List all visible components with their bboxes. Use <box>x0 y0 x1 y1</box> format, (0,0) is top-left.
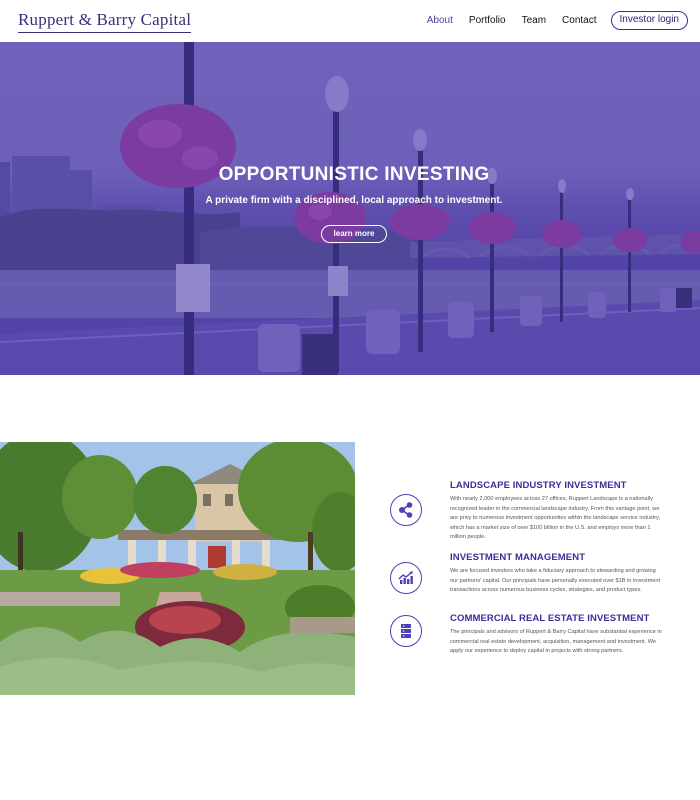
feature-title: LANDSCAPE INDUSTRY INVESTMENT <box>450 480 627 491</box>
feature-title: INVESTMENT MANAGEMENT <box>450 552 586 563</box>
feature-description: The principals and advisors of Ruppert &… <box>450 629 662 655</box>
feature-item: INVESTMENT MANAGEMENT We are focused inv… <box>388 552 678 620</box>
hero-subtitle: A private firm with a disciplined, local… <box>205 195 503 206</box>
feature-item: LANDSCAPE INDUSTRY INVESTMENT With nearl… <box>388 480 678 548</box>
site-logo[interactable]: Ruppert & Barry Capital <box>18 10 192 33</box>
feature-description: With nearly 2,000 employees across 27 of… <box>450 496 661 541</box>
building-stack-icon <box>390 615 422 647</box>
garden-photo <box>0 442 355 695</box>
nav-team-link[interactable]: Team <box>522 12 546 30</box>
nav-about-link[interactable]: About <box>427 12 453 30</box>
feature-title: COMMERCIAL REAL ESTATE INVESTMENT <box>450 613 650 624</box>
site-header: Ruppert & Barry Capital About Portfolio … <box>0 0 700 42</box>
nav-contact-link[interactable]: Contact <box>562 12 596 30</box>
share-network-icon <box>390 494 422 526</box>
hero-title: OPPORTUNISTIC INVESTING <box>218 164 490 185</box>
main-nav: About Portfolio Team Contact Investor lo… <box>411 11 688 30</box>
nav-portfolio-link[interactable]: Portfolio <box>469 12 506 30</box>
hero-overlay <box>0 42 700 375</box>
growth-chart-icon <box>390 562 422 594</box>
features-list: LANDSCAPE INDUSTRY INVESTMENT With nearl… <box>388 480 678 681</box>
investor-login-button[interactable]: Investor login <box>610 11 688 30</box>
learn-more-button[interactable]: learn more <box>321 225 387 243</box>
hero-banner: OPPORTUNISTIC INVESTING A private firm w… <box>0 42 700 375</box>
feature-description: We are focused investors who take a fidu… <box>450 568 661 594</box>
garden-illustration <box>0 442 355 695</box>
feature-item: COMMERCIAL REAL ESTATE INVESTMENT The pr… <box>388 613 678 681</box>
